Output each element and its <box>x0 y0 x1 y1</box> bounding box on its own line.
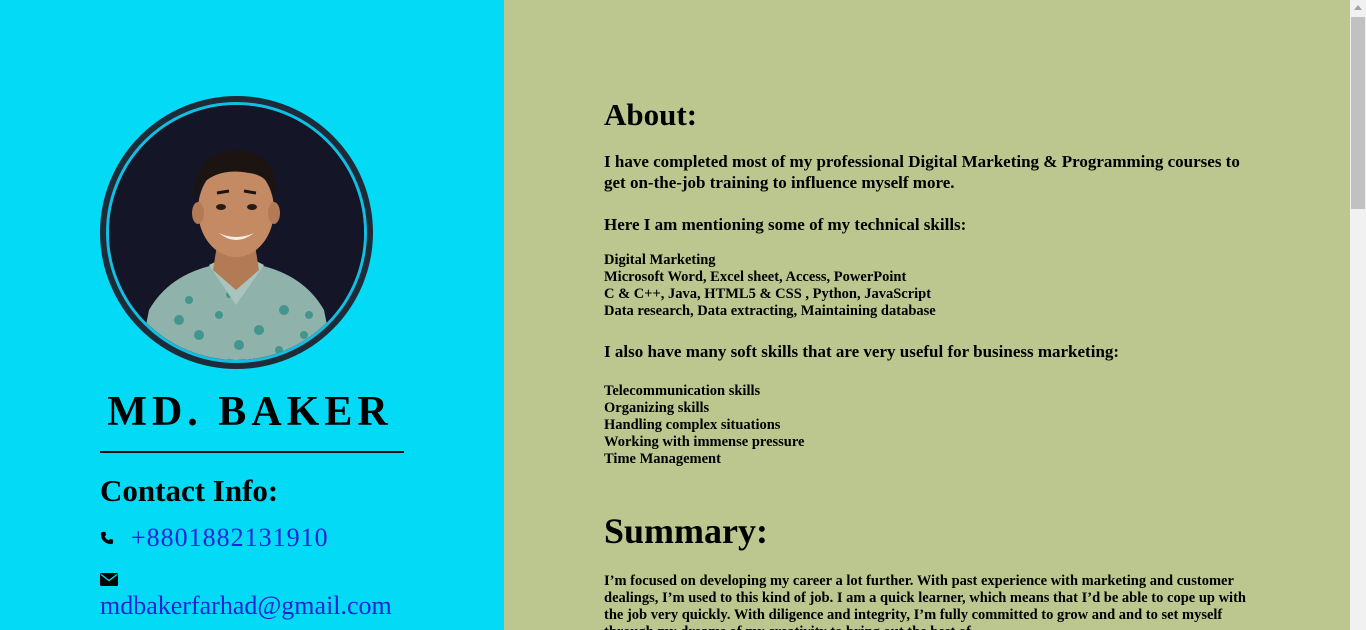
profile-name: MD. BAKER <box>107 389 393 435</box>
phone-link[interactable]: +8801882131910 <box>131 523 329 553</box>
email-link[interactable]: mdbakerfarhad@gmail.com <box>100 590 392 622</box>
about-heading: About: <box>604 97 698 132</box>
phone-icon <box>100 531 114 545</box>
summary-heading: Summary: <box>604 511 768 551</box>
soft-skills-list: Telecommunication skills Organizing skil… <box>604 383 804 468</box>
name-divider <box>100 451 404 453</box>
avatar-photo <box>106 102 367 363</box>
soft-skills-heading: I also have many soft skills that are ve… <box>604 342 1120 361</box>
phone-row: +8801882131910 <box>100 522 329 554</box>
list-item: Working with immense pressure <box>604 434 805 450</box>
envelope-icon <box>100 573 118 586</box>
list-item: Microsoft Word, Excel sheet, Access, Pow… <box>604 269 907 285</box>
scrollbar-thumb[interactable] <box>1351 17 1365 209</box>
resume-page: MD. BAKER Contact Info: +8801882131910 m… <box>0 0 1366 630</box>
list-item: Handling complex situations <box>604 417 781 433</box>
scroll-up-arrow-icon[interactable] <box>1354 5 1362 10</box>
technical-skills-list: Digital Marketing Microsoft Word, Excel … <box>604 252 936 320</box>
profile-sidebar: MD. BAKER Contact Info: +8801882131910 m… <box>0 0 504 630</box>
about-intro: I have completed most of my professional… <box>604 152 1240 192</box>
page-scrollbar[interactable] <box>1350 0 1366 630</box>
technical-skills-heading: Here I am mentioning some of my technica… <box>604 215 967 234</box>
list-item: Organizing skills <box>604 400 710 416</box>
list-item: Digital Marketing <box>604 252 716 268</box>
profile-avatar <box>100 96 373 369</box>
summary-text: I’m focused on developing my career a lo… <box>604 573 1246 630</box>
list-item: Time Management <box>604 451 721 467</box>
list-item: Telecommunication skills <box>604 383 761 399</box>
contact-info-heading: Contact Info: <box>100 473 279 508</box>
portrait-illustration <box>109 105 364 360</box>
list-item: Data research, Data extracting, Maintain… <box>604 303 936 319</box>
main-content: About: I have completed most of my profe… <box>504 0 1350 630</box>
list-item: C & C++, Java, HTML5 & CSS , Python, Jav… <box>604 286 932 302</box>
